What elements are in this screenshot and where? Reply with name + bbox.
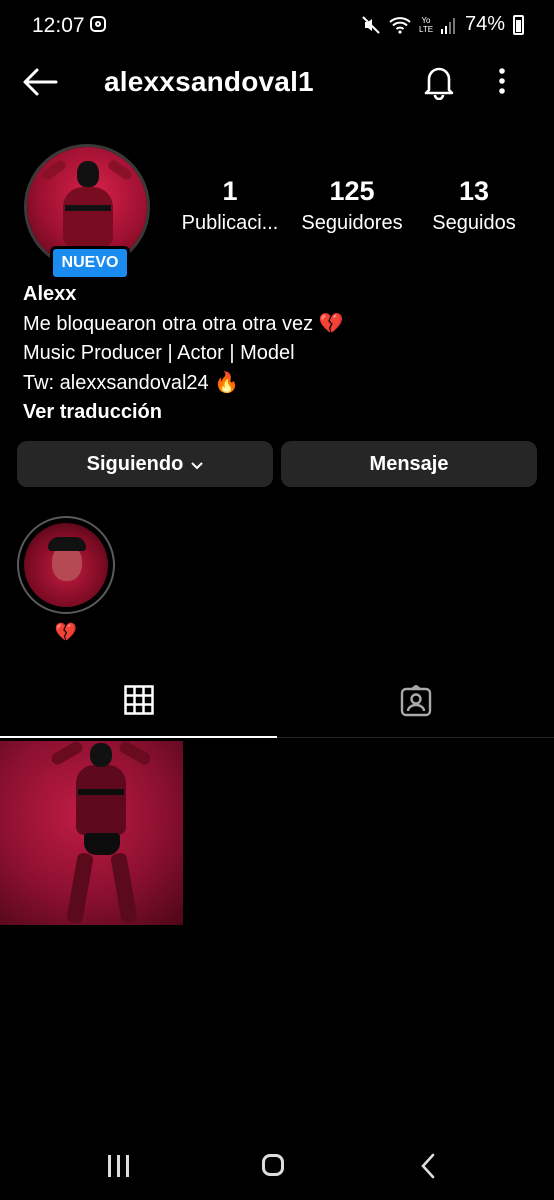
battery-icon [513,14,524,35]
signal-icon [440,16,457,34]
stat-value: 13 [458,176,490,206]
tab-posts-grid[interactable] [0,668,277,738]
tab-divider [277,737,554,738]
system-back-icon[interactable] [420,1153,436,1184]
grid-icon [123,684,154,720]
wifi-icon [389,16,411,34]
bio-text[interactable]: Tw: alexxsandoval24 [23,372,209,394]
stat-value: 1 [222,176,238,206]
network-label: Yo LTE [418,15,434,34]
mute-icon [361,15,381,35]
stat-following[interactable]: 13 Seguidos [414,174,534,238]
stat-posts[interactable]: 1 Publicaci... [170,174,290,238]
post-thumbnail[interactable] [0,741,183,925]
instagram-notification-icon [90,16,106,32]
highlight-label: 💔 [54,622,78,642]
status-right-group: Yo LTE 74% [361,13,524,36]
more-options-icon[interactable] [497,66,507,101]
profile-username: alexxsandoval1 [104,66,314,97]
bio-line-3: Tw: alexxsandoval24 🔥 [23,369,344,399]
stat-label: Seguidores [301,212,403,234]
broken-heart-emoji: 💔 [318,312,344,335]
tab-tagged[interactable] [277,668,554,738]
system-nav-bar [0,1145,554,1185]
home-icon[interactable] [262,1154,284,1176]
back-arrow-icon[interactable] [22,66,58,103]
stat-followers[interactable]: 125 Seguidores [292,174,412,238]
translate-link[interactable]: Ver traducción [23,398,344,428]
profile-header: alexxsandoval1 [0,58,554,106]
status-bar: 12:07 Yo LTE 74% [0,0,554,54]
status-time: 12:07 [32,14,85,37]
story-highlight[interactable] [17,516,115,614]
message-label: Mensaje [369,452,449,475]
battery-percent: 74% [464,13,505,35]
following-button[interactable]: Siguiendo [17,441,273,487]
message-button[interactable]: Mensaje [281,441,537,487]
bio-line-2: Music Producer | Actor | Model [23,342,295,364]
fire-emoji: 🔥 [214,371,240,394]
new-badge: NUEVO [50,246,130,280]
recent-apps-icon[interactable] [108,1155,129,1177]
tagged-icon [400,684,432,722]
profile-stats: 1 Publicaci... 125 Seguidores 13 Seguido… [170,174,540,244]
stat-value: 125 [329,176,375,206]
profile-bio: Alexx Me bloquearon otra otra otra vez 💔… [23,280,344,428]
bell-icon[interactable] [423,64,455,105]
profile-name: Alexx [23,283,77,305]
following-label: Siguiendo [86,452,184,475]
highlight-cover [24,523,108,607]
chevron-down-icon [191,453,204,476]
bio-text: Me bloquearon otra otra otra vez [23,312,314,335]
stat-label: Publicaci... [181,212,279,234]
stat-label: Seguidos [432,212,516,234]
bio-line-1: Me bloquearon otra otra otra vez 💔 [23,310,344,340]
